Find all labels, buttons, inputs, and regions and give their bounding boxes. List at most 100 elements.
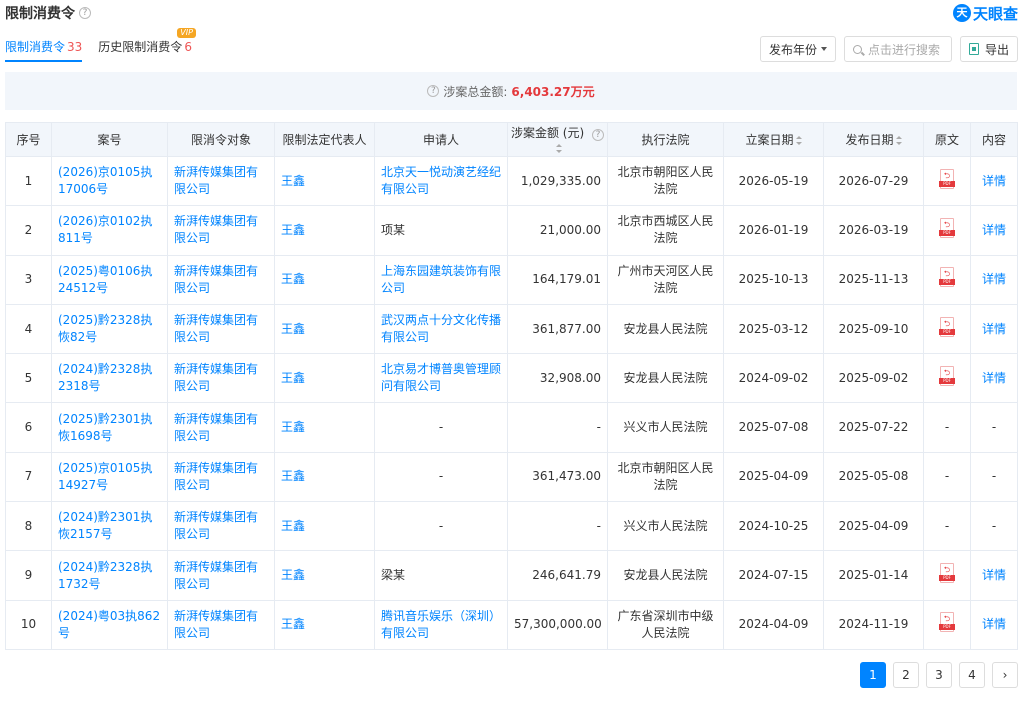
cell-applicant[interactable]: 北京天一悦动演艺经纪有限公司 — [374, 155, 508, 207]
target-link[interactable]: 新湃传媒集团有限公司 — [174, 609, 258, 640]
page-button-3[interactable]: 3 — [926, 662, 952, 688]
year-filter-dropdown[interactable]: 发布年份 — [759, 36, 836, 62]
detail-link[interactable]: 详情 — [982, 371, 1006, 385]
cell-target[interactable]: 新湃传媒集团有限公司 — [167, 501, 275, 552]
cell-rep[interactable]: 王鑫 — [274, 550, 375, 601]
applicant-text[interactable]: 上海东园建筑装饰有限公司 — [381, 264, 501, 295]
cell-case[interactable]: (2024)黔2301执恢2157号 — [51, 501, 168, 552]
case-link[interactable]: (2024)黔2328执2318号 — [58, 362, 152, 393]
cell-case[interactable]: (2026)京0102执811号 — [51, 205, 168, 256]
cell-original[interactable]: ⮌ PDF — [923, 550, 971, 601]
question-circle-icon[interactable]: ? — [427, 85, 440, 97]
rep-link[interactable]: 王鑫 — [281, 568, 305, 582]
case-link[interactable]: (2025)京0105执14927号 — [58, 461, 152, 492]
rep-link[interactable]: 王鑫 — [281, 617, 305, 631]
target-link[interactable]: 新湃传媒集团有限公司 — [174, 461, 258, 492]
cell-rep[interactable]: 王鑫 — [274, 402, 375, 453]
cell-content[interactable]: 详情 — [970, 303, 1018, 355]
target-link[interactable]: 新湃传媒集团有限公司 — [174, 264, 258, 295]
applicant-text[interactable]: 腾讯音乐娱乐（深圳）有限公司 — [381, 609, 501, 640]
search-input[interactable]: 点击进行搜索 — [843, 36, 952, 62]
cell-content[interactable]: 详情 — [970, 155, 1018, 207]
cell-content[interactable]: 详情 — [970, 353, 1018, 404]
case-link[interactable]: (2026)京0102执811号 — [58, 214, 152, 245]
cell-applicant[interactable]: 腾讯音乐娱乐（深圳）有限公司 — [374, 599, 508, 650]
cell-applicant[interactable]: 北京易才博普奥管理顾问有限公司 — [374, 353, 508, 404]
case-link[interactable]: (2024)粤03执862号 — [58, 609, 160, 640]
detail-link[interactable]: 详情 — [982, 272, 1006, 286]
target-link[interactable]: 新湃传媒集团有限公司 — [174, 412, 258, 443]
cell-original[interactable]: ⮌ PDF — [923, 353, 971, 404]
cell-target[interactable]: 新湃传媒集团有限公司 — [167, 599, 275, 650]
cell-content[interactable]: 详情 — [970, 205, 1018, 256]
detail-link[interactable]: 详情 — [982, 223, 1006, 237]
cell-case[interactable]: (2025)京0105执14927号 — [51, 451, 168, 503]
rep-link[interactable]: 王鑫 — [281, 420, 305, 434]
col-header-filed[interactable]: 立案日期 — [723, 122, 824, 157]
cell-case[interactable]: (2024)粤03执862号 — [51, 599, 168, 650]
cell-case[interactable]: (2025)黔2301执恢1698号 — [51, 402, 168, 453]
tab-history-restriction-orders[interactable]: 历史限制消费令 6 VIP — [98, 28, 196, 62]
cell-target[interactable]: 新湃传媒集团有限公司 — [167, 254, 275, 305]
case-link[interactable]: (2024)黔2301执恢2157号 — [58, 510, 152, 541]
question-circle-icon[interactable]: ? — [592, 129, 604, 141]
applicant-text[interactable]: 北京易才博普奥管理顾问有限公司 — [381, 362, 501, 393]
detail-link[interactable]: 详情 — [982, 322, 1006, 336]
sort-icon[interactable] — [895, 136, 902, 145]
pdf-icon[interactable]: ⮌ PDF — [939, 267, 955, 288]
cell-target[interactable]: 新湃传媒集团有限公司 — [167, 402, 275, 453]
detail-link[interactable]: 详情 — [982, 568, 1006, 582]
cell-target[interactable]: 新湃传媒集团有限公司 — [167, 451, 275, 503]
cell-original[interactable]: ⮌ PDF — [923, 155, 971, 207]
cell-applicant[interactable]: 武汉两点十分文化传播有限公司 — [374, 303, 508, 355]
rep-link[interactable]: 王鑫 — [281, 322, 305, 336]
target-link[interactable]: 新湃传媒集团有限公司 — [174, 313, 258, 344]
cell-target[interactable]: 新湃传媒集团有限公司 — [167, 550, 275, 601]
tab-restriction-orders[interactable]: 限制消费令 33 — [5, 34, 83, 62]
cell-rep[interactable]: 王鑫 — [274, 254, 375, 305]
detail-link[interactable]: 详情 — [982, 617, 1006, 631]
target-link[interactable]: 新湃传媒集团有限公司 — [174, 510, 258, 541]
cell-rep[interactable]: 王鑫 — [274, 303, 375, 355]
page-button-1[interactable]: 1 — [860, 662, 886, 688]
page-button-2[interactable]: 2 — [893, 662, 919, 688]
rep-link[interactable]: 王鑫 — [281, 223, 305, 237]
cell-rep[interactable]: 王鑫 — [274, 205, 375, 256]
sort-icon[interactable] — [795, 136, 802, 145]
cell-original[interactable]: ⮌ PDF — [923, 254, 971, 305]
cell-case[interactable]: (2024)黔2328执1732号 — [51, 550, 168, 601]
cell-content[interactable]: 详情 — [970, 599, 1018, 650]
question-circle-icon[interactable]: ? — [79, 7, 91, 19]
pdf-icon[interactable]: ⮌ PDF — [939, 612, 955, 633]
cell-rep[interactable]: 王鑫 — [274, 451, 375, 503]
case-link[interactable]: (2026)京0105执17006号 — [58, 165, 152, 196]
rep-link[interactable]: 王鑫 — [281, 272, 305, 286]
applicant-text[interactable]: 武汉两点十分文化传播有限公司 — [381, 313, 501, 344]
cell-rep[interactable]: 王鑫 — [274, 501, 375, 552]
cell-applicant[interactable]: 上海东园建筑装饰有限公司 — [374, 254, 508, 305]
cell-rep[interactable]: 王鑫 — [274, 599, 375, 650]
case-link[interactable]: (2025)粤0106执24512号 — [58, 264, 152, 295]
cell-original[interactable]: ⮌ PDF — [923, 205, 971, 256]
target-link[interactable]: 新湃传媒集团有限公司 — [174, 362, 258, 393]
applicant-text[interactable]: 北京天一悦动演艺经纪有限公司 — [381, 165, 501, 196]
case-link[interactable]: (2025)黔2328执恢82号 — [58, 313, 152, 344]
cell-rep[interactable]: 王鑫 — [274, 155, 375, 207]
next-page-button[interactable]: › — [992, 662, 1018, 688]
target-link[interactable]: 新湃传媒集团有限公司 — [174, 560, 258, 591]
cell-content[interactable]: 详情 — [970, 550, 1018, 601]
rep-link[interactable]: 王鑫 — [281, 174, 305, 188]
rep-link[interactable]: 王鑫 — [281, 469, 305, 483]
cell-case[interactable]: (2025)黔2328执恢82号 — [51, 303, 168, 355]
export-button[interactable]: 导出 — [959, 36, 1018, 62]
brand-logo[interactable]: 天 天眼查 — [952, 2, 1018, 24]
page-button-4[interactable]: 4 — [959, 662, 985, 688]
sort-icon[interactable] — [555, 144, 562, 153]
cell-original[interactable]: ⮌ PDF — [923, 599, 971, 650]
rep-link[interactable]: 王鑫 — [281, 371, 305, 385]
cell-case[interactable]: (2026)京0105执17006号 — [51, 155, 168, 207]
rep-link[interactable]: 王鑫 — [281, 519, 305, 533]
pdf-icon[interactable]: ⮌ PDF — [939, 316, 955, 337]
detail-link[interactable]: 详情 — [982, 174, 1006, 188]
pdf-icon[interactable]: ⮌ PDF — [939, 365, 955, 386]
